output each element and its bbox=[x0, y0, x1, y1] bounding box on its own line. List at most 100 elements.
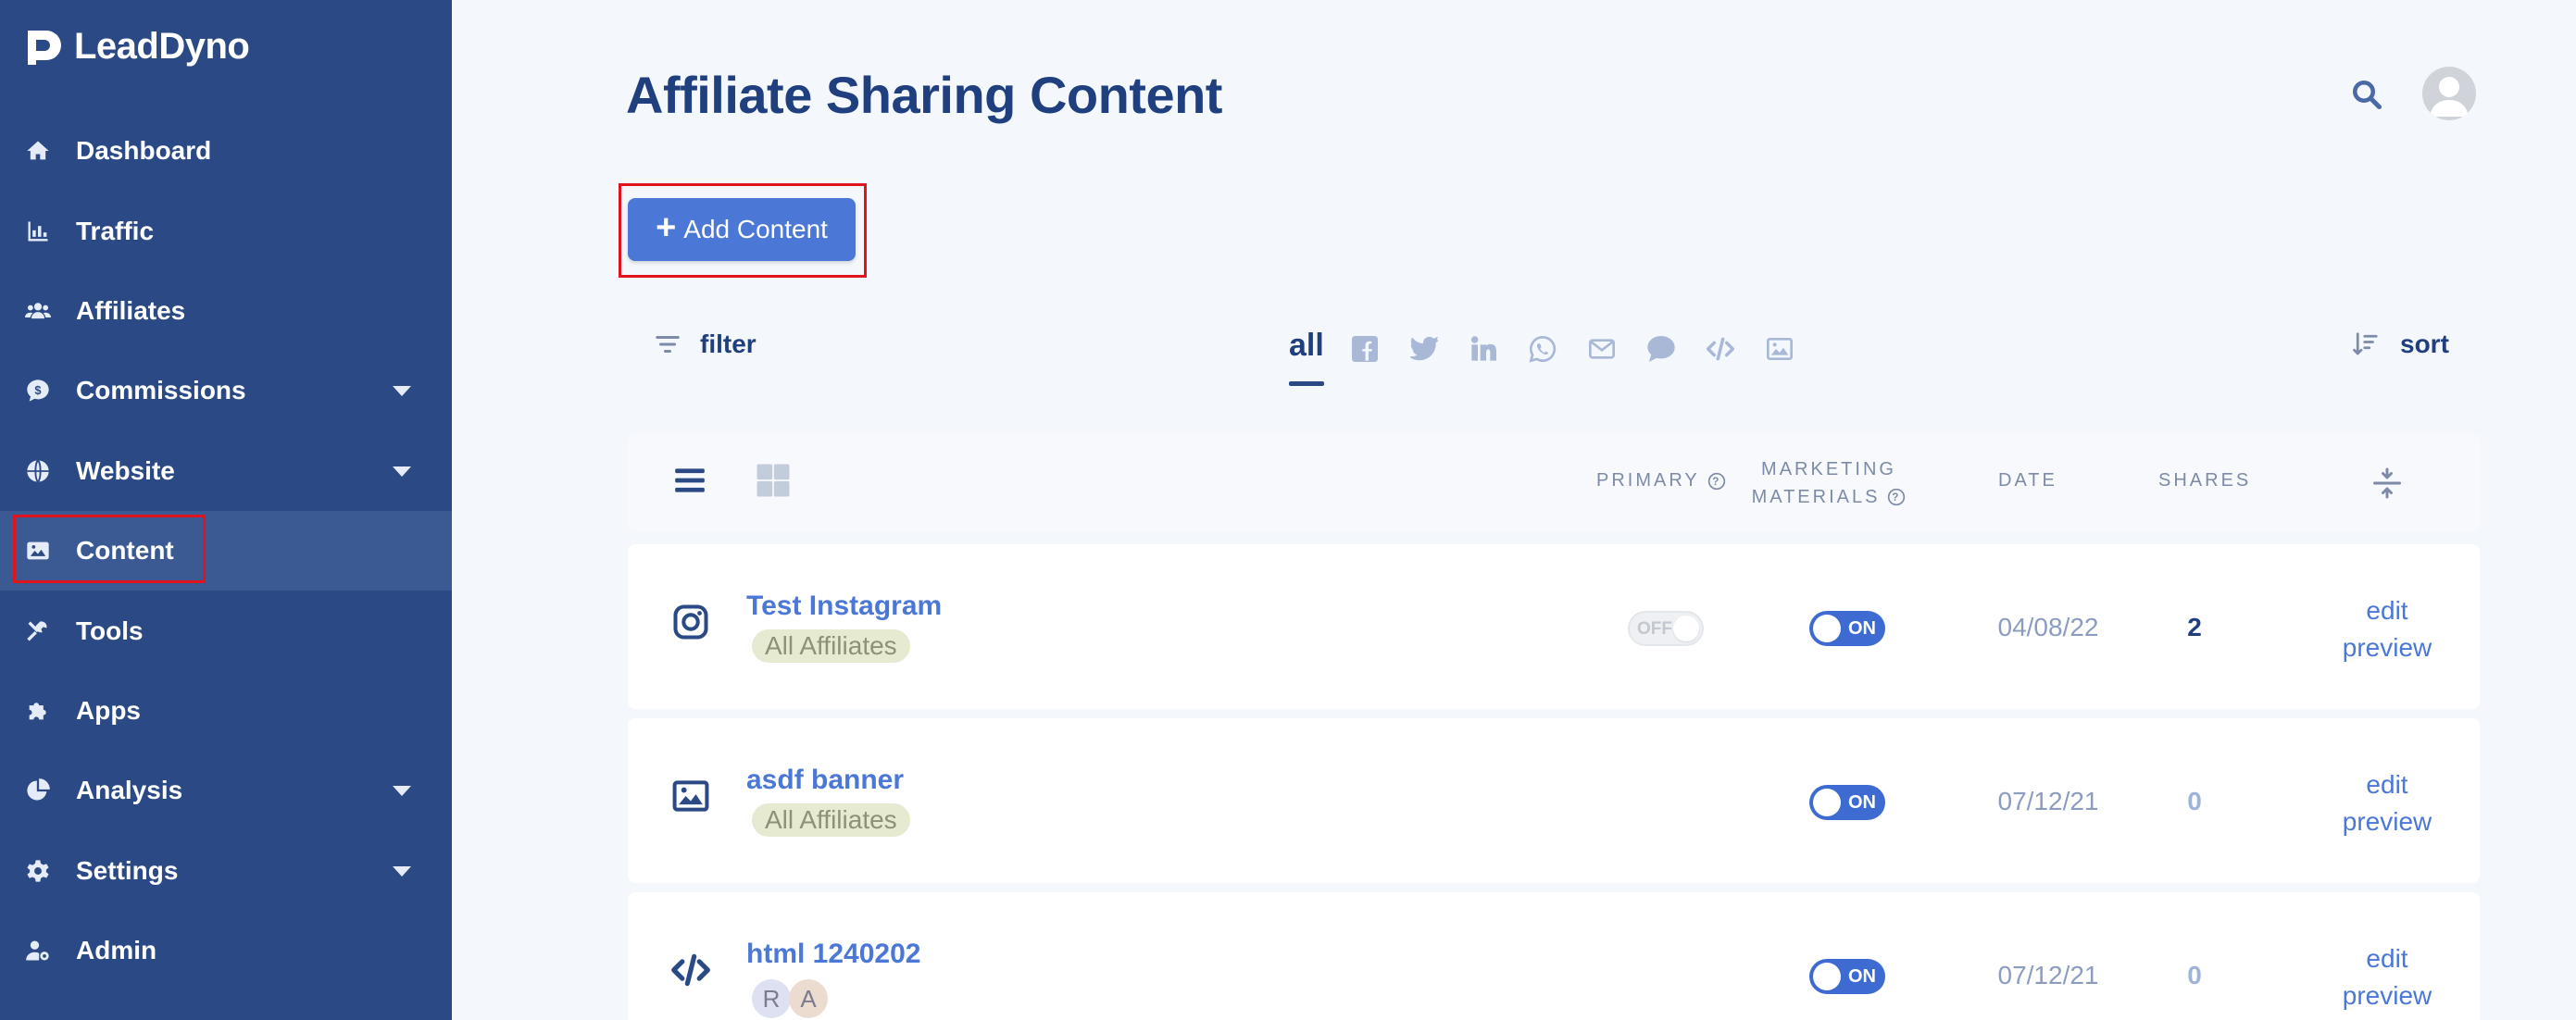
sidebar-item-apps[interactable]: Apps bbox=[0, 671, 452, 751]
list-view-icon[interactable] bbox=[672, 463, 707, 498]
twitter-icon[interactable] bbox=[1407, 332, 1441, 366]
row-date: 07/12/21 bbox=[1997, 961, 2099, 989]
sidebar-item-admin[interactable]: Admin bbox=[0, 911, 452, 990]
sidebar-item-label: Website bbox=[76, 455, 175, 485]
sidebar-item-traffic[interactable]: Traffic bbox=[0, 191, 452, 270]
sidebar-item-affiliates[interactable]: Affiliates bbox=[0, 271, 452, 351]
toggle-state: ON bbox=[1848, 618, 1876, 639]
primary-header-label: PRIMARY bbox=[1596, 470, 1700, 491]
dollar-chat-icon: $ bbox=[24, 377, 52, 404]
row-actions: edit preview bbox=[2332, 766, 2443, 840]
avatar[interactable] bbox=[2422, 67, 2476, 120]
chevron-down-icon[interactable] bbox=[393, 386, 411, 397]
help-icon[interactable]: ? bbox=[1707, 472, 1726, 491]
collapse-rows-icon[interactable] bbox=[2370, 466, 2404, 500]
page-title: Affiliate Sharing Content bbox=[626, 66, 1222, 124]
content-title-link[interactable]: Test Instagram bbox=[746, 591, 942, 622]
toggle-state: ON bbox=[1848, 966, 1876, 987]
content-title-link[interactable]: asdf banner bbox=[746, 765, 904, 796]
svg-text:?: ? bbox=[1712, 476, 1721, 488]
linkedin-icon[interactable] bbox=[1467, 332, 1500, 366]
sidebar-item-settings[interactable]: Settings bbox=[0, 831, 452, 911]
sidebar-item-content[interactable]: Content bbox=[0, 510, 452, 591]
primary-toggle[interactable]: OFF bbox=[1628, 611, 1704, 646]
preview-link[interactable]: preview bbox=[2332, 803, 2443, 840]
logo[interactable]: LeadDyno bbox=[24, 26, 250, 68]
svg-text:$: $ bbox=[34, 383, 41, 397]
sms-icon[interactable]: SMS bbox=[1644, 332, 1678, 366]
row-shares: 0 bbox=[2187, 961, 2202, 989]
column-header-marketing-materials: MARKETING MATERIALS ? bbox=[1750, 455, 1907, 511]
column-header-date: DATE bbox=[1998, 470, 2057, 491]
sidebar-item-label: Affiliates bbox=[76, 295, 186, 325]
whatsapp-icon[interactable] bbox=[1526, 332, 1559, 366]
sidebar-item-label: Traffic bbox=[76, 216, 155, 245]
sidebar-item-website[interactable]: Website bbox=[0, 431, 452, 511]
marketing-materials-toggle[interactable]: ON bbox=[1809, 611, 1885, 646]
content-title-link[interactable]: html 1240202 bbox=[746, 939, 920, 970]
users-icon bbox=[24, 297, 52, 325]
code-icon bbox=[671, 953, 710, 987]
sidebar-item-tools[interactable]: Tools bbox=[0, 591, 452, 670]
marketing-materials-toggle[interactable]: ON bbox=[1809, 785, 1885, 820]
image-icon[interactable] bbox=[1763, 332, 1796, 366]
sidebar-item-label: Settings bbox=[76, 855, 179, 885]
table-row: asdf banner All Affiliates ON 07/12/21 0… bbox=[628, 718, 2480, 883]
filter-button[interactable]: filter bbox=[654, 330, 757, 359]
toggle-state: OFF bbox=[1637, 619, 1672, 639]
chevron-down-icon[interactable] bbox=[393, 466, 411, 477]
chevron-down-icon[interactable] bbox=[393, 786, 411, 797]
chevron-down-icon[interactable] bbox=[393, 865, 411, 877]
sidebar: LeadDyno Dashboard Traffic Affiliates $ … bbox=[0, 0, 452, 1020]
add-content-label: Add Content bbox=[683, 215, 828, 243]
filter-label: filter bbox=[700, 330, 757, 358]
sidebar-item-dashboard[interactable]: Dashboard bbox=[0, 111, 452, 191]
affiliate-avatar: A bbox=[789, 979, 828, 1018]
sidebar-item-commissions[interactable]: $ Commissions bbox=[0, 351, 452, 430]
code-icon[interactable] bbox=[1704, 332, 1737, 366]
table-row: html 1240202 R A ON 07/12/21 0 edit prev… bbox=[628, 892, 2480, 1020]
grid-view-icon[interactable] bbox=[754, 461, 793, 500]
bar-chart-icon bbox=[24, 218, 52, 245]
user-cog-icon bbox=[24, 937, 52, 964]
marketing-header-line2-wrap: MATERIALS ? bbox=[1750, 483, 1907, 511]
edit-link[interactable]: edit bbox=[2332, 766, 2443, 803]
row-date: 07/12/21 bbox=[1997, 787, 2099, 815]
toggle-knob bbox=[1813, 615, 1841, 642]
audience-badge: All Affiliates bbox=[752, 629, 910, 663]
image-icon bbox=[24, 537, 52, 565]
svg-text:SMS: SMS bbox=[1652, 343, 1669, 353]
sidebar-item-label: Content bbox=[76, 536, 174, 566]
logo-text: LeadDyno bbox=[74, 26, 250, 67]
facebook-icon[interactable] bbox=[1348, 332, 1382, 366]
marketing-materials-toggle[interactable]: ON bbox=[1809, 959, 1885, 994]
sidebar-nav: Dashboard Traffic Affiliates $ Commissio… bbox=[0, 111, 452, 990]
preview-link[interactable]: preview bbox=[2332, 629, 2443, 666]
preview-link[interactable]: preview bbox=[2332, 977, 2443, 1014]
email-icon[interactable] bbox=[1585, 332, 1619, 366]
image-icon bbox=[672, 780, 709, 812]
globe-icon bbox=[24, 457, 52, 485]
sidebar-item-label: Tools bbox=[76, 616, 144, 645]
column-header-primary: PRIMARY ? bbox=[1596, 470, 1726, 491]
row-actions: edit preview bbox=[2332, 592, 2443, 666]
pie-chart-icon bbox=[24, 777, 52, 804]
sidebar-item-label: Apps bbox=[76, 695, 141, 725]
sort-button[interactable]: sort bbox=[2352, 330, 2449, 359]
tools-icon bbox=[24, 617, 52, 645]
sidebar-item-analysis[interactable]: Analysis bbox=[0, 751, 452, 830]
main-content: Affiliate Sharing Content + Add Content … bbox=[452, 0, 2576, 1020]
add-content-button[interactable]: + Add Content bbox=[628, 198, 856, 261]
search-icon[interactable] bbox=[2350, 78, 2383, 111]
tab-all[interactable]: all bbox=[1289, 328, 1324, 386]
marketing-header-line2: MATERIALS bbox=[1751, 487, 1881, 507]
edit-link[interactable]: edit bbox=[2332, 940, 2443, 977]
row-actions: edit preview bbox=[2332, 940, 2443, 1014]
channel-tabs: all SMS bbox=[1289, 328, 1822, 386]
help-icon[interactable]: ? bbox=[1887, 488, 1906, 506]
gear-icon bbox=[24, 857, 52, 885]
home-icon bbox=[24, 137, 52, 165]
row-shares: 2 bbox=[2187, 613, 2202, 641]
marketing-header-line1: MARKETING bbox=[1761, 459, 1896, 479]
edit-link[interactable]: edit bbox=[2332, 592, 2443, 629]
